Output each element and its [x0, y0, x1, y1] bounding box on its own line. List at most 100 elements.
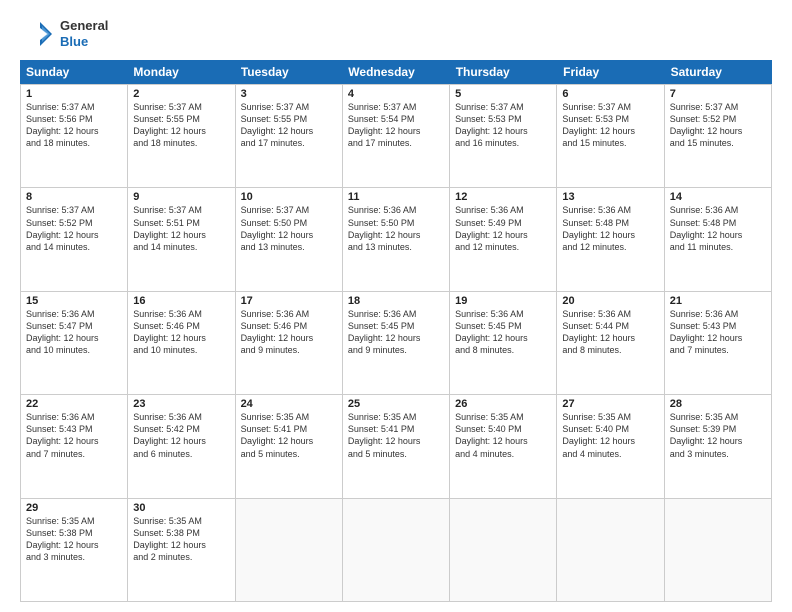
day-number: 9: [133, 191, 229, 203]
cell-line: Sunrise: 5:37 AM: [670, 101, 766, 113]
cell-line: Sunrise: 5:37 AM: [133, 101, 229, 113]
calendar-week: 8Sunrise: 5:37 AMSunset: 5:52 PM Daylight…: [21, 188, 772, 291]
logo-text: General Blue: [60, 18, 108, 49]
cell-line: Sunrise: 5:36 AM: [670, 308, 766, 320]
calendar-week: 29Sunrise: 5:35 AMSunset: 5:38 PMDayligh…: [21, 499, 772, 602]
cell-line: Sunrise: 5:36 AM: [133, 308, 229, 320]
cell-line: Sunset: 5:51 PM: [133, 217, 229, 229]
cell-line: Sunset: 5:39 PM: [670, 423, 766, 435]
cell-line: Sunrise: 5:36 AM: [455, 308, 551, 320]
cell-line: and 3 minutes.: [26, 551, 122, 563]
cell-line: and 2 minutes.: [133, 551, 229, 563]
day-number: 30: [133, 502, 229, 514]
cell-line: Daylight: 12 hours: [562, 229, 658, 241]
cell-line: Sunrise: 5:36 AM: [348, 204, 444, 216]
cell-line: Sunset: 5:43 PM: [26, 423, 122, 435]
cell-line: and 5 minutes.: [241, 448, 337, 460]
cell-line: and 9 minutes.: [241, 344, 337, 356]
cell-line: and 7 minutes.: [670, 344, 766, 356]
day-number: 10: [241, 191, 337, 203]
cell-line: Sunset: 5:48 PM: [670, 217, 766, 229]
day-number: 6: [562, 88, 658, 100]
cell-line: Sunrise: 5:36 AM: [562, 204, 658, 216]
cell-line: Sunset: 5:46 PM: [133, 320, 229, 332]
cell-line: Sunrise: 5:35 AM: [26, 515, 122, 527]
cell-line: Daylight: 12 hours: [562, 435, 658, 447]
cell-line: Sunset: 5:40 PM: [455, 423, 551, 435]
cell-line: and 10 minutes.: [133, 344, 229, 356]
cell-line: Daylight: 12 hours: [133, 539, 229, 551]
cell-line: Sunrise: 5:36 AM: [241, 308, 337, 320]
calendar-cell: [665, 499, 772, 601]
calendar-cell: [236, 499, 343, 601]
calendar-cell: 7Sunrise: 5:37 AMSunset: 5:52 PMDaylight…: [665, 85, 772, 187]
cell-line: Sunrise: 5:36 AM: [348, 308, 444, 320]
day-number: 17: [241, 295, 337, 307]
header-day: Monday: [127, 60, 234, 84]
day-number: 20: [562, 295, 658, 307]
cell-line: Sunrise: 5:37 AM: [241, 101, 337, 113]
cell-line: Sunset: 5:43 PM: [670, 320, 766, 332]
page-header: General Blue: [20, 16, 772, 52]
cell-line: Sunrise: 5:36 AM: [455, 204, 551, 216]
cell-line: Sunrise: 5:35 AM: [348, 411, 444, 423]
day-number: 4: [348, 88, 444, 100]
cell-line: and 5 minutes.: [348, 448, 444, 460]
cell-line: Daylight: 12 hours: [241, 229, 337, 241]
day-number: 15: [26, 295, 122, 307]
cell-line: Daylight: 12 hours: [26, 435, 122, 447]
cell-line: Sunrise: 5:36 AM: [670, 204, 766, 216]
cell-line: Sunset: 5:53 PM: [455, 113, 551, 125]
day-number: 5: [455, 88, 551, 100]
day-number: 25: [348, 398, 444, 410]
header-day: Friday: [557, 60, 664, 84]
cell-line: Sunrise: 5:37 AM: [562, 101, 658, 113]
cell-line: Daylight: 12 hours: [670, 125, 766, 137]
cell-line: Sunset: 5:40 PM: [562, 423, 658, 435]
header-day: Wednesday: [342, 60, 449, 84]
cell-line: Daylight: 12 hours: [348, 229, 444, 241]
calendar-cell: [343, 499, 450, 601]
calendar-header: SundayMondayTuesdayWednesdayThursdayFrid…: [20, 60, 772, 84]
calendar-cell: 8Sunrise: 5:37 AMSunset: 5:52 PMDaylight…: [21, 188, 128, 290]
cell-line: and 4 minutes.: [562, 448, 658, 460]
calendar: SundayMondayTuesdayWednesdayThursdayFrid…: [20, 60, 772, 602]
calendar-cell: 23Sunrise: 5:36 AMSunset: 5:42 PMDayligh…: [128, 395, 235, 497]
day-number: 8: [26, 191, 122, 203]
calendar-week: 15Sunrise: 5:36 AMSunset: 5:47 PMDayligh…: [21, 292, 772, 395]
header-day: Tuesday: [235, 60, 342, 84]
calendar-cell: 11Sunrise: 5:36 AMSunset: 5:50 PMDayligh…: [343, 188, 450, 290]
cell-line: Sunset: 5:52 PM: [26, 217, 122, 229]
cell-line: Sunrise: 5:36 AM: [26, 308, 122, 320]
cell-line: Sunset: 5:50 PM: [348, 217, 444, 229]
calendar-week: 1Sunrise: 5:37 AMSunset: 5:56 PMDaylight…: [21, 85, 772, 188]
cell-line: and 11 minutes.: [670, 241, 766, 253]
cell-line: and 14 minutes.: [133, 241, 229, 253]
calendar-cell: 9Sunrise: 5:37 AMSunset: 5:51 PMDaylight…: [128, 188, 235, 290]
calendar-cell: 10Sunrise: 5:37 AMSunset: 5:50 PMDayligh…: [236, 188, 343, 290]
calendar-cell: 18Sunrise: 5:36 AMSunset: 5:45 PMDayligh…: [343, 292, 450, 394]
cell-line: Sunrise: 5:35 AM: [455, 411, 551, 423]
cell-line: and 12 minutes.: [562, 241, 658, 253]
cell-line: Sunset: 5:46 PM: [241, 320, 337, 332]
cell-line: and 8 minutes.: [455, 344, 551, 356]
cell-line: and 18 minutes.: [26, 137, 122, 149]
logo: General Blue: [20, 16, 108, 52]
day-number: 13: [562, 191, 658, 203]
cell-line: Daylight: 12 hours: [241, 332, 337, 344]
cell-line: Sunrise: 5:35 AM: [133, 515, 229, 527]
logo-graphic: [20, 16, 56, 52]
calendar-cell: 12Sunrise: 5:36 AMSunset: 5:49 PMDayligh…: [450, 188, 557, 290]
cell-line: and 17 minutes.: [241, 137, 337, 149]
cell-line: Sunrise: 5:36 AM: [26, 411, 122, 423]
cell-line: Sunset: 5:45 PM: [455, 320, 551, 332]
day-number: 23: [133, 398, 229, 410]
calendar-cell: 1Sunrise: 5:37 AMSunset: 5:56 PMDaylight…: [21, 85, 128, 187]
calendar-cell: 13Sunrise: 5:36 AMSunset: 5:48 PMDayligh…: [557, 188, 664, 290]
cell-line: Sunrise: 5:37 AM: [26, 204, 122, 216]
cell-line: Sunset: 5:45 PM: [348, 320, 444, 332]
logo-line2: Blue: [60, 34, 108, 50]
cell-line: Daylight: 12 hours: [26, 125, 122, 137]
cell-line: Daylight: 12 hours: [133, 435, 229, 447]
calendar-cell: 22Sunrise: 5:36 AMSunset: 5:43 PMDayligh…: [21, 395, 128, 497]
